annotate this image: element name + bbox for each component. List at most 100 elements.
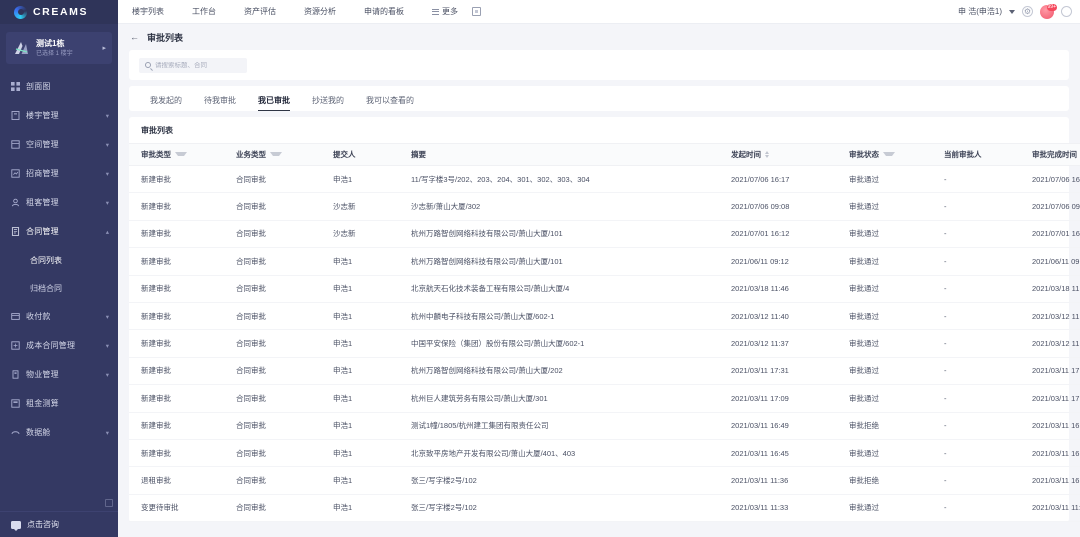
table-body: 新建审批 合同审批 申浩1 11/写字楼3号/202、203、204、301、302、…: [129, 165, 1080, 523]
cell-approval-status: 审批通过: [837, 439, 932, 468]
sidebar-item-property-mgmt[interactable]: 物业管理 ▾: [0, 360, 118, 389]
cell-summary: 杭州万路智创网络科技有限公司/萧山大厦/101: [399, 247, 719, 276]
sidebar-item-building-mgmt[interactable]: 楼宇管理 ▾: [0, 101, 118, 130]
project-name: 测试1栋: [36, 38, 65, 48]
cell-approval-type: 新建审批: [129, 275, 224, 303]
table-row[interactable]: 退租审批 合同审批 申浩1 张三/写字楼2号/102 2021/03/11 11:36 审…: [129, 466, 1080, 495]
tab-cc-to-me[interactable]: 抄送我的: [301, 96, 355, 111]
building-icon: [11, 111, 20, 120]
cell-current-approver: -: [932, 165, 1020, 194]
cell-submitter: 申浩1: [321, 466, 399, 495]
sidebar-item-rent-calc[interactable]: 租金测算: [0, 389, 118, 418]
table-header: 审批类型 业务类型 提交人 摘要 发起时间 审批状态 当前审批人 审批完成时间: [129, 143, 1080, 166]
topnav-item-applied-board[interactable]: 申请的看板: [350, 0, 418, 24]
column-label: 业务类型: [236, 150, 266, 159]
collapse-icon[interactable]: [105, 499, 113, 507]
sidebar-item-tenant-mgmt[interactable]: 租客管理 ▾: [0, 188, 118, 217]
filter-icon[interactable]: [175, 151, 187, 158]
table-card-title: 审批列表: [141, 125, 173, 135]
column-approval-type[interactable]: 审批类型: [129, 143, 224, 166]
table-row[interactable]: 新建审批 合同审批 申浩1 北京致平房地产开发有限公司/萧山大厦/401、403 202…: [129, 439, 1080, 468]
cell-summary: 中国平安保险（集团）股份有限公司/萧山大厦/602-1: [399, 329, 719, 358]
consult-button[interactable]: 点击咨询: [0, 511, 118, 537]
contract-icon: [11, 227, 20, 236]
gear-icon[interactable]: [1022, 6, 1033, 17]
table-row[interactable]: 新建审批 合同审批 申浩1 测试1幢/1805/杭州建工集团有限责任公司 2021/03…: [129, 412, 1080, 440]
column-approval-status[interactable]: 审批状态: [837, 143, 932, 166]
sidebar-item-payments[interactable]: 收付款 ▾: [0, 302, 118, 331]
project-subtitle: 已选择 1 楼宇: [36, 50, 73, 57]
brand-name: CREAMS: [33, 6, 89, 18]
page-title: 审批列表: [147, 32, 184, 43]
tab-pending-my-approval[interactable]: 待我审批: [193, 96, 247, 111]
sidebar-item-data-cabin[interactable]: 数据舱 ▾: [0, 418, 118, 447]
sidebar-subitem-contract-list[interactable]: 合同列表: [0, 246, 118, 274]
cell-approval-status: 审批拒绝: [837, 412, 932, 440]
panel-icon[interactable]: [472, 7, 481, 16]
column-finish-time: 审批完成时间: [1020, 143, 1080, 166]
topnav-item-workbench[interactable]: 工作台: [178, 0, 230, 24]
table-row[interactable]: 新建审批 合同审批 申浩1 杭州巨人建筑劳务有限公司/萧山大厦/301 2021/03/…: [129, 384, 1080, 413]
filter-icon[interactable]: [270, 151, 282, 158]
sidebar-item-section-view[interactable]: 剖面图: [0, 72, 118, 101]
user-avatar[interactable]: 99+: [1040, 3, 1057, 19]
sidebar-item-contract-mgmt[interactable]: 合同管理 ▴: [0, 217, 118, 246]
sidebar-item-label: 租金测算: [26, 399, 59, 408]
invest-icon: [11, 169, 20, 178]
sidebar-item-label: 收付款: [26, 312, 51, 321]
table-row[interactable]: 新建审批 合同审批 申浩1 杭州万路智创网络科技有限公司/萧山大厦/202 2021/0…: [129, 357, 1080, 386]
cell-approval-type: 新建审批: [129, 412, 224, 440]
table-row[interactable]: 新建审批 合同审批 申浩1 杭州中麟电子科技有限公司/萧山大厦/602-1 2021/0…: [129, 302, 1080, 331]
tab-my-approved[interactable]: 我已审批: [247, 96, 301, 111]
sort-icon[interactable]: [765, 151, 769, 158]
sidebar-item-space-mgmt[interactable]: 空间管理 ▾: [0, 130, 118, 159]
cell-finish-time: 2021/07/06 09:10: [1020, 192, 1080, 221]
cell-summary: 张三/写字楼2号/102: [399, 466, 719, 495]
caret-down-icon[interactable]: [1009, 9, 1015, 14]
cell-start-time: 2021/03/12 11:40: [719, 302, 837, 331]
sidebar-subitem-label: 合同列表: [30, 255, 62, 265]
tab-viewable-by-me[interactable]: 我可以查看的: [355, 96, 425, 111]
arrow-left-icon[interactable]: ←: [130, 32, 139, 42]
column-start-time[interactable]: 发起时间: [719, 143, 837, 166]
table-row[interactable]: 新建审批 合同审批 申浩1 北京航天石化技术装备工程有限公司/萧山大厦/4 2021/0…: [129, 275, 1080, 303]
search-input[interactable]: [155, 61, 241, 69]
cell-approval-type: 新建审批: [129, 247, 224, 276]
brand-logo[interactable]: CREAMS: [0, 0, 118, 24]
table-row[interactable]: 新建审批 合同审批 沙志新 杭州万路智创网络科技有限公司/萧山大厦/101 2021/0…: [129, 220, 1080, 249]
help-icon[interactable]: [1061, 6, 1072, 17]
table-row[interactable]: 新建审批 合同审批 申浩1 11/写字楼3号/202、203、204、301、302、…: [129, 165, 1080, 194]
sidebar-item-label: 空间管理: [26, 140, 59, 149]
tab-my-initiated[interactable]: 我发起的: [139, 96, 193, 111]
project-selector[interactable]: 测试1栋 已选择 1 楼宇 ▸: [6, 32, 112, 64]
table-row[interactable]: 变更待审批 合同审批 申浩1 张三/写字楼2号/102 2021/03/11 11:33…: [129, 494, 1080, 523]
topnav-item-asset-valuation[interactable]: 资产评估: [230, 0, 290, 24]
topnav-item-building-list[interactable]: 楼宇列表: [118, 0, 178, 24]
cell-start-time: 2021/07/06 16:17: [719, 165, 837, 194]
cell-start-time: 2021/07/01 16:12: [719, 220, 837, 249]
sidebar-item-cost-contract-mgmt[interactable]: 成本合同管理 ▾: [0, 331, 118, 360]
table-row[interactable]: 新建审批 合同审批 沙志新 沙志新/萧山大厦/302 2021/07/06 09:08 审…: [129, 192, 1080, 221]
filter-icon[interactable]: [883, 151, 895, 158]
sidebar-item-label: 数据舱: [26, 428, 51, 437]
cell-current-approver: -: [932, 247, 1020, 276]
search-box[interactable]: [139, 57, 247, 73]
topnav-item-more[interactable]: 更多: [418, 0, 468, 24]
rent-calc-icon: [11, 399, 20, 408]
column-business-type[interactable]: 业务类型: [224, 143, 321, 166]
topnav-item-resource-analysis[interactable]: 资源分析: [290, 0, 350, 24]
cell-business-type: 合同审批: [224, 192, 321, 221]
cell-finish-time: 2021/03/12 11:40: [1020, 302, 1080, 331]
cell-approval-type: 新建审批: [129, 302, 224, 331]
cell-business-type: 合同审批: [224, 247, 321, 276]
sidebar-item-investment-mgmt[interactable]: 招商管理 ▾: [0, 159, 118, 188]
cell-current-approver: -: [932, 357, 1020, 386]
table-row[interactable]: 新建审批 合同审批 申浩1 中国平安保险（集团）股份有限公司/萧山大厦/602-1 20…: [129, 329, 1080, 358]
sidebar-subitem-archived-contract[interactable]: 归档合同: [0, 274, 118, 302]
cell-current-approver: -: [932, 494, 1020, 523]
search-card: [129, 50, 1069, 80]
cell-start-time: 2021/03/11 17:09: [719, 384, 837, 413]
table-row[interactable]: 新建审批 合同审批 申浩1 杭州万路智创网络科技有限公司/萧山大厦/101 2021/0…: [129, 247, 1080, 276]
cell-approval-status: 审批通过: [837, 165, 932, 194]
column-label: 审批状态: [849, 150, 879, 159]
